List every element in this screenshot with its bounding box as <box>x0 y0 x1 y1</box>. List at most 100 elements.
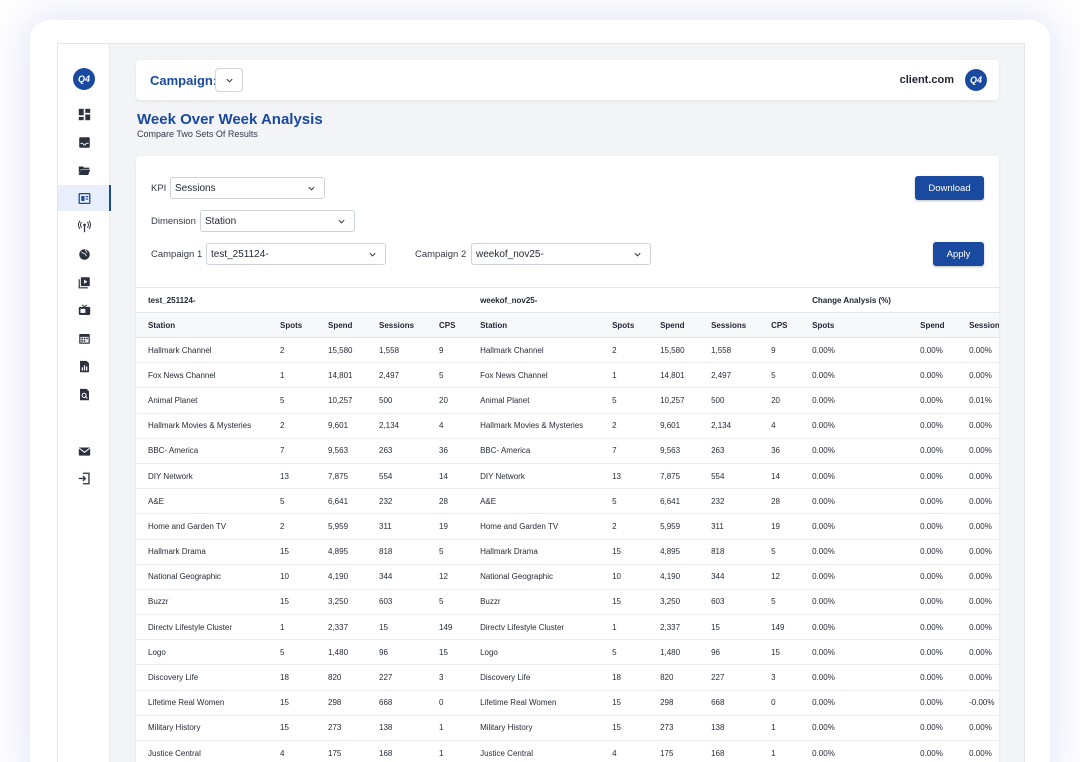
column-header[interactable]: Station <box>468 312 601 338</box>
table-cell: 0.00% <box>957 614 999 641</box>
table-cell: 5 <box>268 387 316 414</box>
table-cell: 500 <box>699 387 760 414</box>
table-cell: 0.00% <box>800 715 909 742</box>
table-cell: 14,801 <box>316 362 367 389</box>
group-change-analysis: Change Analysis (%) <box>800 287 999 313</box>
table-row[interactable]: Directv Lifestyle Cluster 1 2,337 15 149 Dire… <box>136 614 999 641</box>
table-cell: Buzzr <box>136 589 268 616</box>
nav-dashboard[interactable] <box>58 101 110 127</box>
nav-mail[interactable] <box>58 438 110 464</box>
table-cell: 4,190 <box>316 564 367 590</box>
table-cell: 36 <box>427 438 469 464</box>
table-cell: 0.00% <box>908 539 958 565</box>
table-row[interactable]: National Geographic 10 4,190 344 12 National … <box>136 564 999 590</box>
table-row[interactable]: Logo 5 1,480 96 15 Logo 5 1,480 96 15 0.00% 0.00% 0.… <box>136 639 999 666</box>
table-row[interactable]: Home and Garden TV 2 5,959 311 19 Home and Ga… <box>136 513 999 540</box>
table-cell: 5 <box>427 589 469 616</box>
group-campaign1: test_251124- <box>136 287 469 313</box>
nav-globe[interactable] <box>58 241 110 267</box>
table-cell: 5 <box>759 362 801 389</box>
column-header[interactable]: CPS <box>427 312 469 338</box>
table-cell: 668 <box>699 690 760 716</box>
table-row[interactable]: Military History 15 273 138 1 Military Histor… <box>136 715 999 742</box>
column-header[interactable]: Spend <box>648 312 700 338</box>
column-header[interactable]: Spots <box>800 312 909 338</box>
table-cell: 2,134 <box>699 413 760 439</box>
column-header[interactable]: Sessions <box>957 312 999 338</box>
table-cell: 19 <box>427 513 469 540</box>
column-header[interactable]: Spots <box>268 312 316 338</box>
table-row[interactable]: Animal Planet 5 10,257 500 20 Animal Planet 5 1… <box>136 387 999 414</box>
nav-broadcast[interactable] <box>58 213 110 239</box>
nav-search-docs[interactable] <box>58 381 110 407</box>
column-header[interactable]: CPS <box>759 312 801 338</box>
nav-tv[interactable] <box>58 297 110 323</box>
nav-calendar[interactable] <box>58 325 110 351</box>
table-cell: 232 <box>699 488 760 515</box>
table-cell: 96 <box>367 639 427 666</box>
table-cell: 9 <box>427 337 469 364</box>
search-doc-icon <box>79 388 89 400</box>
download-button[interactable]: Download <box>915 176 984 200</box>
table-cell: 4 <box>427 413 469 439</box>
table-cell: 1,480 <box>648 639 700 666</box>
table-row[interactable]: Fox News Channel 1 14,801 2,497 5 Fox News Ch… <box>136 362 999 389</box>
table-row[interactable]: Hallmark Movies & Mysteries 2 9,601 2,134 4 H… <box>136 413 999 439</box>
table-cell: 818 <box>699 539 760 565</box>
avatar[interactable]: Q4 <box>965 69 987 91</box>
campaign1-select[interactable]: test_251124- <box>206 243 386 265</box>
dimension-select[interactable]: Station <box>200 210 355 232</box>
table-row[interactable]: A&E 5 6,641 232 28 A&E 5 6,641 232 28 0.00% 0.00% 0.… <box>136 488 999 515</box>
column-header[interactable]: Spend <box>908 312 958 338</box>
table-cell: 0.00% <box>800 337 909 364</box>
table-cell: 13 <box>268 463 316 490</box>
table-cell: 15,580 <box>648 337 700 364</box>
nav-inbox[interactable] <box>58 129 110 155</box>
table-cell: 820 <box>316 664 367 691</box>
table-cell: 14 <box>427 463 469 490</box>
nav-week-over-week[interactable] <box>58 185 111 211</box>
table-cell: Hallmark Movies & Mysteries <box>468 413 601 439</box>
apply-button[interactable]: Apply <box>933 242 984 266</box>
column-header[interactable]: Sessions <box>367 312 427 338</box>
chevron-down-icon <box>225 78 233 83</box>
table-cell: 5 <box>759 589 801 616</box>
table-cell: 0.00% <box>800 438 909 464</box>
column-header[interactable]: Spots <box>600 312 649 338</box>
nav-video-library[interactable] <box>58 269 110 295</box>
table-row[interactable]: Justice Central 4 175 168 1 Justice Central 4 1… <box>136 740 999 762</box>
table-cell: 18 <box>268 664 316 691</box>
table-row[interactable]: Discovery Life 18 820 227 3 Discovery Life 18 8… <box>136 664 999 691</box>
column-header[interactable]: Sessions <box>699 312 760 338</box>
nav-reports[interactable] <box>58 353 110 379</box>
table-cell: 15 <box>268 589 316 616</box>
column-header[interactable]: Spend <box>316 312 367 338</box>
nav-logout[interactable] <box>58 465 110 491</box>
nav-folders[interactable] <box>58 157 110 183</box>
table-row[interactable]: Buzzr 15 3,250 603 5 Buzzr 15 3,250 603 5 0.00% 0.0… <box>136 589 999 616</box>
table-cell: 0.00% <box>908 564 958 590</box>
table-cell: 36 <box>759 438 801 464</box>
table-cell: 7,875 <box>648 463 700 490</box>
table-row[interactable]: Hallmark Channel 2 15,580 1,558 9 Hallmark Ch… <box>136 337 999 364</box>
table-cell: 3,250 <box>648 589 700 616</box>
table-cell: 298 <box>648 690 700 716</box>
table-row[interactable]: Hallmark Drama 15 4,895 818 5 Hallmark Drama 1… <box>136 539 999 565</box>
table-cell: 6,641 <box>648 488 700 515</box>
table-cell: 0.00% <box>800 513 909 540</box>
table-cell: 5 <box>759 539 801 565</box>
table-cell: Fox News Channel <box>136 362 268 389</box>
table-cell: 9,601 <box>648 413 700 439</box>
table-cell: 1 <box>600 362 649 389</box>
table-cell: 18 <box>600 664 649 691</box>
campaign2-select[interactable]: weekof_nov25- <box>471 243 651 265</box>
campaign-dropdown[interactable] <box>215 68 243 92</box>
comparison-table: test_251124- weekof_nov25- Change Analys… <box>136 287 999 762</box>
table-cell: Lifetime Real Women <box>468 690 601 716</box>
table-row[interactable]: Lifetime Real Women 15 298 668 0 Lifetime Rea… <box>136 690 999 716</box>
table-row[interactable]: BBC- America 7 9,563 263 36 BBC- America 7 9,56… <box>136 438 999 464</box>
table-cell: 0.00% <box>957 539 999 565</box>
column-header[interactable]: Station <box>136 312 268 338</box>
kpi-select[interactable]: Sessions <box>170 177 325 199</box>
table-row[interactable]: DIY Network 13 7,875 554 14 DIY Network 13 7,87… <box>136 463 999 490</box>
